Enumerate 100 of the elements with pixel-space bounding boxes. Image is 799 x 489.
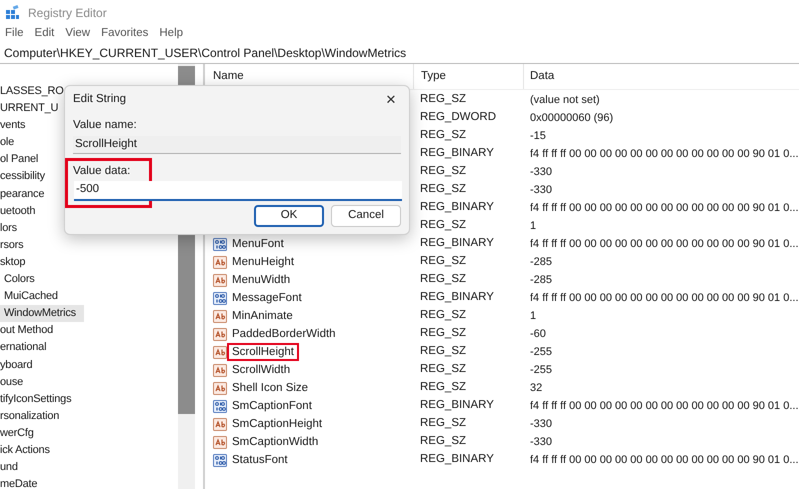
menu-item[interactable]: Edit <box>34 25 54 43</box>
value-data-field[interactable]: -500 <box>74 181 402 201</box>
value-name[interactable]: MenuWidth <box>227 271 296 289</box>
value-data: -330 <box>529 434 552 450</box>
tree-item[interactable]: cessibility <box>0 168 53 186</box>
string-value-icon <box>213 328 227 340</box>
tree-item[interactable]: rsors <box>0 236 32 254</box>
value-data: -285 <box>529 272 552 288</box>
value-type: REG_SZ <box>419 344 468 360</box>
tree-item[interactable]: Colors <box>0 271 43 288</box>
value-type: REG_SZ <box>419 182 468 198</box>
value-name[interactable]: PaddedBorderWidth <box>227 325 341 343</box>
column-header[interactable]: Data <box>523 64 799 89</box>
value-data: f4 ff ff ff 00 00 00 00 00 00 00 00 00 00 00 00 90 01 0... <box>529 290 799 306</box>
menu-item[interactable]: File <box>5 25 24 43</box>
column-header[interactable]: Name <box>213 64 413 89</box>
value-data: (value not set) <box>529 92 600 108</box>
tree-item[interactable]: out Method <box>0 322 62 340</box>
tree-item[interactable]: lors <box>0 220 25 237</box>
value-data: -285 <box>529 254 552 270</box>
value-data: 1 <box>529 308 536 324</box>
dialog-title: Edit String <box>73 92 126 108</box>
tree-item[interactable]: pearance <box>0 186 52 203</box>
string-value-icon <box>213 310 227 322</box>
value-type: REG_SZ <box>419 380 468 396</box>
tree-item[interactable]: sktop <box>0 254 34 272</box>
binary-value-icon <box>213 238 227 250</box>
value-data: -330 <box>529 164 552 180</box>
value-name[interactable]: Shell Icon Size <box>227 379 314 397</box>
value-data: 1 <box>529 218 536 234</box>
tree-item[interactable]: tifyIconSettings <box>0 390 80 408</box>
menu-item[interactable]: Favorites <box>101 25 148 43</box>
address-bar[interactable]: Computer\HKEY_CURRENT_USER\Control Panel\Desktop\WindowMetrics <box>0 43 799 64</box>
value-name[interactable]: ScrollWidth <box>227 361 296 379</box>
value-name-label: Value name: <box>73 118 138 132</box>
tree-item[interactable]: WindowMetrics <box>0 305 84 322</box>
value-type: REG_BINARY <box>419 452 495 468</box>
value-type: REG_BINARY <box>419 290 495 306</box>
value-name[interactable]: MenuHeight <box>227 253 300 271</box>
value-name[interactable]: MenuFont <box>227 235 289 253</box>
tree-item[interactable]: vents <box>0 117 34 134</box>
menu-item[interactable]: View <box>65 25 90 43</box>
value-type: REG_SZ <box>419 218 468 234</box>
value-data: f4 ff ff ff 00 00 00 00 00 00 00 00 00 00 00 00 90 01 0... <box>529 200 799 216</box>
value-type: REG_SZ <box>419 416 468 432</box>
value-data-label: Value data: <box>73 164 132 178</box>
string-value-icon <box>213 256 227 268</box>
string-value-icon <box>213 382 227 394</box>
value-data: f4 ff ff ff 00 00 00 00 00 00 00 00 00 00 00 00 90 01 0... <box>529 146 799 162</box>
tree-item[interactable]: ouse <box>0 374 32 391</box>
value-type: REG_SZ <box>419 92 468 108</box>
tree-item[interactable]: ol Panel <box>0 151 46 168</box>
string-value-icon <box>213 364 227 376</box>
string-value-icon <box>213 436 227 448</box>
value-data: f4 ff ff ff 00 00 00 00 00 00 00 00 00 00 00 00 90 01 0... <box>529 398 799 414</box>
value-type: REG_SZ <box>419 254 468 270</box>
value-name[interactable]: MinAnimate <box>227 307 298 325</box>
column-header[interactable]: Type <box>413 64 523 89</box>
value-type: REG_SZ <box>419 434 468 450</box>
value-type: REG_SZ <box>419 272 468 288</box>
binary-value-icon <box>213 400 227 412</box>
tree-item[interactable]: meDate <box>0 476 46 489</box>
value-data: -255 <box>529 344 552 360</box>
value-name-field[interactable]: ScrollHeight <box>73 136 401 154</box>
tree-item[interactable]: uetooth <box>0 202 44 220</box>
value-data: f4 ff ff ff 00 00 00 00 00 00 00 00 00 00 00 00 90 01 0... <box>529 236 799 252</box>
tree-item[interactable]: werCfg <box>0 424 42 442</box>
tree-item[interactable]: rsonalization <box>0 408 68 425</box>
value-type: REG_BINARY <box>419 398 495 414</box>
value-name[interactable]: SmCaptionHeight <box>227 415 328 433</box>
value-type: REG_SZ <box>419 128 468 144</box>
value-data: -330 <box>529 416 552 432</box>
tree-item[interactable]: ole <box>0 134 22 152</box>
value-type: REG_SZ <box>419 164 468 180</box>
value-type: REG_SZ <box>419 362 468 378</box>
value-type: REG_BINARY <box>419 146 495 162</box>
value-data: -60 <box>529 326 546 342</box>
tree-item[interactable]: URRENT_U <box>0 100 66 118</box>
value-name[interactable]: SmCaptionWidth <box>227 433 324 451</box>
tree-item[interactable]: ick Actions <box>0 442 58 460</box>
binary-value-icon <box>213 454 227 466</box>
window-title: Registry Editor <box>28 4 107 22</box>
tree-item[interactable]: yboard <box>0 356 40 374</box>
value-data: -15 <box>529 128 546 144</box>
tree-item[interactable]: und <box>0 459 26 476</box>
close-button[interactable]: ✕ <box>381 90 401 110</box>
dialog-button[interactable]: OK <box>254 205 324 227</box>
menu-item[interactable]: Help <box>159 25 184 43</box>
value-name[interactable]: StatusFont <box>227 451 293 469</box>
registry-app-icon <box>5 5 20 20</box>
value-name[interactable]: SmCaptionFont <box>227 397 317 415</box>
tree-item[interactable]: ernational <box>0 339 54 356</box>
value-name[interactable]: MessageFont <box>227 289 307 307</box>
tree-item[interactable]: MuiCached <box>0 288 66 306</box>
value-name[interactable]: ScrollHeight <box>227 343 299 361</box>
value-type: REG_DWORD <box>419 110 498 126</box>
value-data: f4 ff ff ff 00 00 00 00 00 00 00 00 00 00 00 00 90 01 0... <box>529 452 799 468</box>
dialog-button[interactable]: Cancel <box>331 205 401 227</box>
value-data: -330 <box>529 182 552 198</box>
value-type: REG_SZ <box>419 308 468 324</box>
